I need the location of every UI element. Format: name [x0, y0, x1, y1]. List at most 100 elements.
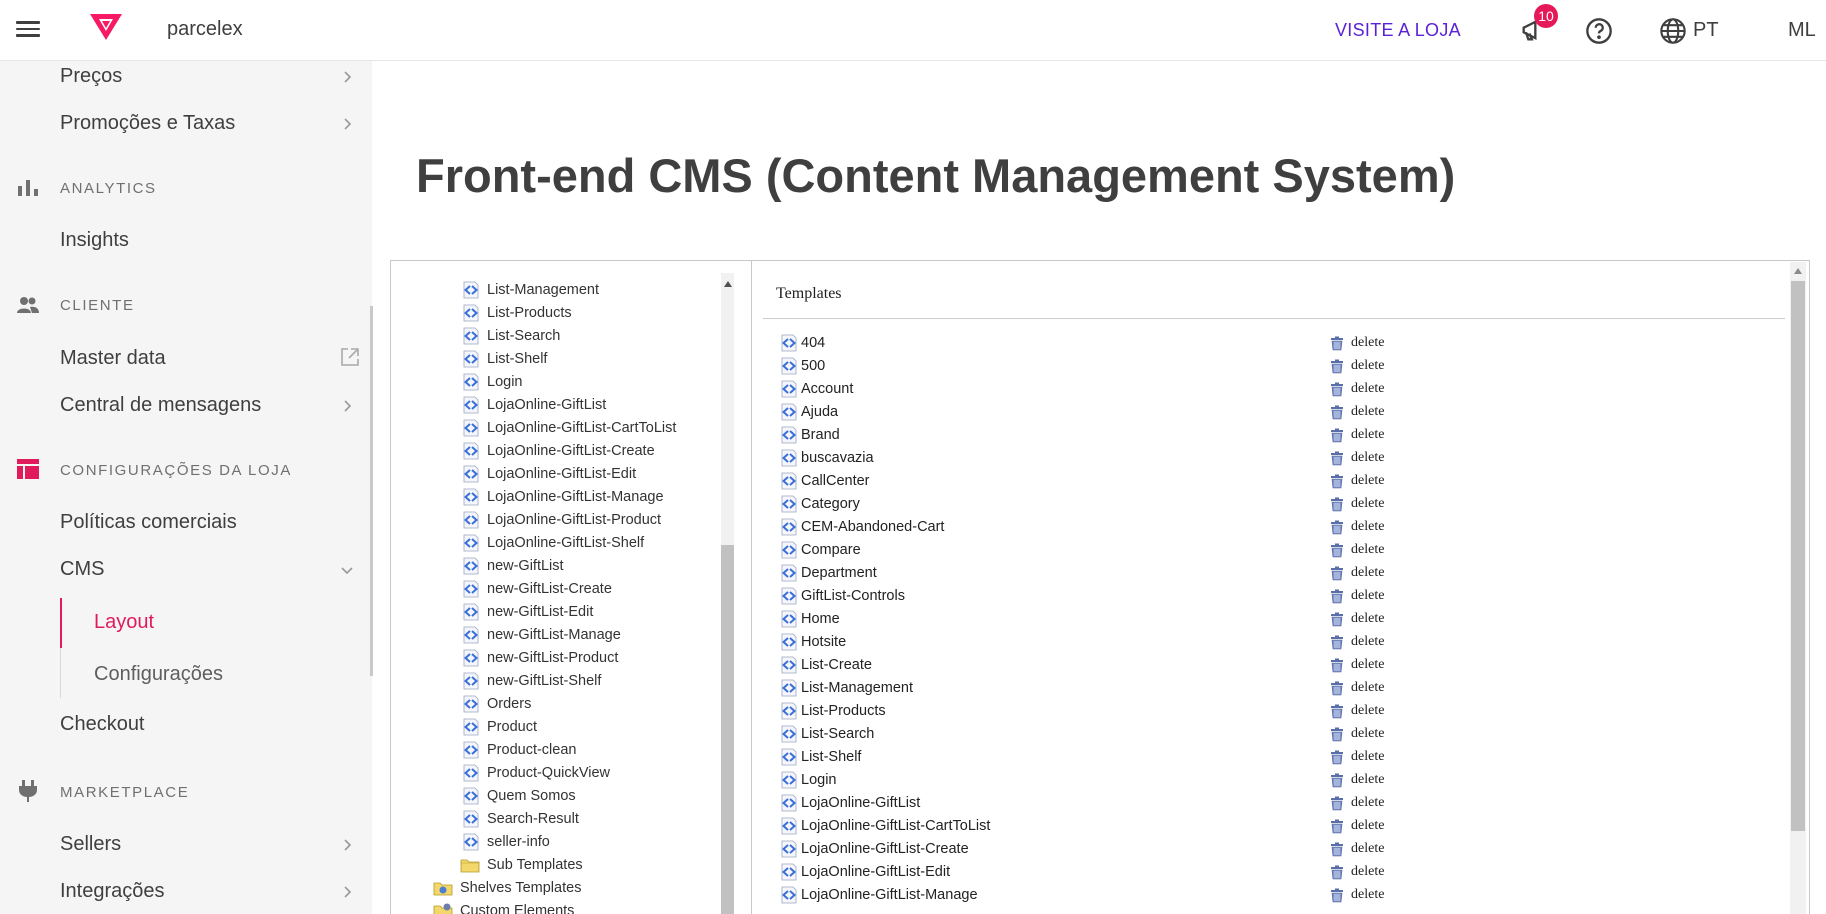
sidebar-item-politicas[interactable]: Políticas comerciais — [60, 511, 237, 534]
code-file-icon — [460, 741, 480, 759]
sidebar-item-precos[interactable]: Preços — [60, 65, 122, 88]
template-name[interactable]: Hotsite — [801, 634, 846, 650]
code-file-icon — [778, 794, 798, 812]
hamburger-menu-icon[interactable] — [16, 18, 40, 38]
delete-label: delete — [1351, 335, 1385, 350]
template-name[interactable]: List-Search — [801, 726, 874, 742]
sidebar-item-sellers[interactable]: Sellers — [60, 833, 121, 856]
template-name[interactable]: List-Products — [801, 703, 886, 719]
trash-icon — [1330, 566, 1344, 581]
chevron-right-icon — [344, 400, 352, 412]
template-name[interactable]: 500 — [801, 358, 825, 374]
external-link-icon[interactable] — [339, 346, 361, 368]
sidebar-item-integracoes[interactable]: Integrações — [60, 880, 165, 903]
code-file-icon — [778, 587, 798, 605]
template-name[interactable]: Category — [801, 496, 860, 512]
code-file-icon — [778, 656, 798, 674]
template-name[interactable]: LojaOnline-GiftList-Edit — [801, 864, 950, 880]
delete-label: delete — [1351, 542, 1385, 557]
delete-label: delete — [1351, 818, 1385, 833]
code-file-icon — [460, 718, 480, 736]
delete-label: delete — [1351, 427, 1385, 442]
code-file-icon — [778, 748, 798, 766]
tree-item-label: LojaOnline-GiftList — [487, 397, 607, 413]
trash-icon — [1330, 888, 1344, 903]
template-name[interactable]: List-Shelf — [801, 749, 861, 765]
tree-scrollbar[interactable] — [721, 273, 734, 914]
templates-scrollbar-thumb[interactable] — [1791, 281, 1805, 831]
tree-folder-label: Shelves Templates — [460, 880, 582, 896]
tree-item-label: LojaOnline-GiftList-Product — [487, 512, 662, 528]
tree-item-label: seller-info — [487, 834, 550, 850]
trash-icon — [1330, 635, 1344, 650]
trash-icon — [1330, 497, 1344, 512]
template-name[interactable]: Compare — [801, 542, 861, 558]
trash-icon — [1330, 359, 1344, 374]
language-selector[interactable]: PT — [1693, 19, 1719, 42]
code-file-icon — [778, 886, 798, 904]
tree-scrollbar-thumb[interactable] — [721, 545, 734, 914]
template-name[interactable]: List-Create — [801, 657, 872, 673]
user-avatar[interactable]: ML — [1788, 19, 1816, 42]
code-file-icon — [778, 426, 798, 444]
help-icon[interactable] — [1585, 17, 1613, 50]
template-name[interactable]: LojaOnline-GiftList — [801, 795, 920, 811]
sidebar-item-insights[interactable]: Insights — [60, 229, 129, 252]
delete-label: delete — [1351, 703, 1385, 718]
tree-folder-label: Sub Templates — [487, 857, 583, 873]
sidebar-item-central-mensagens[interactable]: Central de mensagens — [60, 394, 261, 417]
template-name[interactable]: Login — [801, 772, 836, 788]
folder-icon — [460, 856, 480, 874]
delete-label: delete — [1351, 611, 1385, 626]
sidebar-item-promocoes[interactable]: Promoções e Taxas — [60, 112, 235, 135]
template-name[interactable]: buscavazia — [801, 450, 874, 466]
sidebar-scrollbar[interactable] — [370, 306, 373, 676]
code-file-icon — [778, 403, 798, 421]
tree-item-label: Product — [487, 719, 537, 735]
scroll-up-arrow-icon[interactable] — [1794, 268, 1802, 274]
code-file-icon — [778, 610, 798, 628]
trash-icon — [1330, 773, 1344, 788]
sidebar-subitem-configuracoes[interactable]: Configurações — [94, 663, 223, 686]
chevron-down-icon — [341, 567, 353, 575]
store-name[interactable]: parcelex — [167, 18, 243, 41]
template-name[interactable]: CEM-Abandoned-Cart — [801, 519, 944, 535]
scroll-up-arrow-icon[interactable] — [724, 281, 732, 287]
template-name[interactable]: Brand — [801, 427, 840, 443]
plug-icon — [19, 780, 37, 802]
code-file-icon — [778, 334, 798, 352]
code-file-icon — [778, 840, 798, 858]
submenu-line — [60, 648, 61, 698]
section-title-cliente: CLIENTE — [60, 297, 135, 314]
template-name[interactable]: Ajuda — [801, 404, 838, 420]
template-name[interactable]: List-Management — [801, 680, 913, 696]
template-name[interactable]: GiftList-Controls — [801, 588, 905, 604]
code-file-icon — [460, 534, 480, 552]
tree-folder-label: Custom Elements — [460, 903, 575, 914]
sidebar-item-master-data[interactable]: Master data — [60, 347, 166, 370]
template-name[interactable]: 404 — [801, 335, 825, 351]
code-file-icon — [460, 695, 480, 713]
chevron-right-icon — [344, 886, 352, 898]
template-name[interactable]: Account — [801, 381, 853, 397]
template-name[interactable]: Department — [801, 565, 877, 581]
delete-label: delete — [1351, 841, 1385, 856]
folder-icon — [433, 879, 453, 897]
code-file-icon — [460, 304, 480, 322]
template-name[interactable]: LojaOnline-GiftList-Manage — [801, 887, 978, 903]
template-name[interactable]: Home — [801, 611, 840, 627]
code-file-icon — [778, 449, 798, 467]
templates-scrollbar[interactable] — [1790, 262, 1806, 914]
globe-icon[interactable] — [1659, 17, 1687, 50]
template-name[interactable]: CallCenter — [801, 473, 870, 489]
template-name[interactable]: LojaOnline-GiftList-Create — [801, 841, 969, 857]
bar-chart-icon — [18, 180, 38, 196]
template-name[interactable]: LojaOnline-GiftList-CartToList — [801, 818, 990, 834]
vtex-logo-icon[interactable] — [88, 12, 124, 47]
visit-store-link[interactable]: VISITE A LOJA — [1335, 20, 1461, 41]
sidebar-subitem-layout[interactable]: Layout — [94, 611, 154, 634]
templates-panel — [751, 261, 1809, 914]
sidebar-item-cms[interactable]: CMS — [60, 558, 104, 581]
code-file-icon — [460, 649, 480, 667]
sidebar-item-checkout[interactable]: Checkout — [60, 713, 145, 736]
